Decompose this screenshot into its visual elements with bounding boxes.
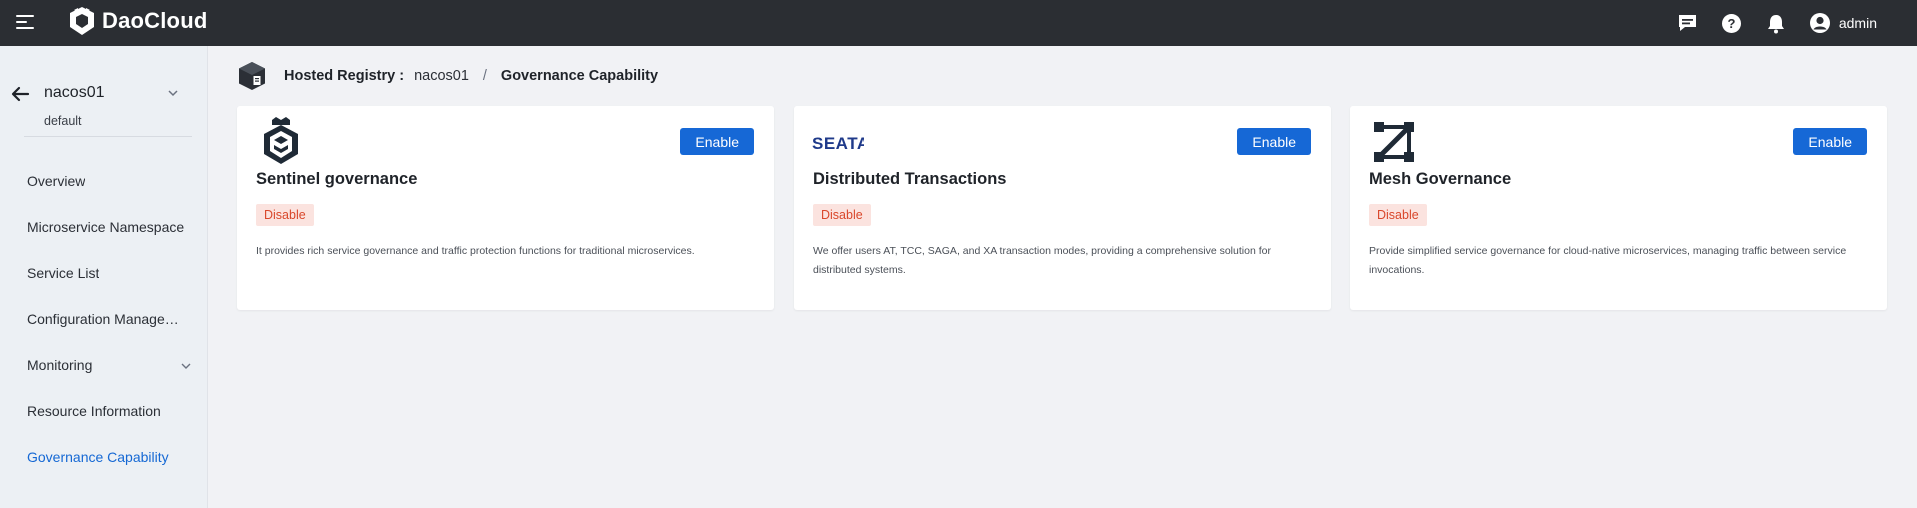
card-description: It provides rich service governance and …: [256, 245, 695, 257]
workspace-name: default: [44, 114, 82, 128]
card-distributed-transactions: SEATA Enable Distributed Transactions Di…: [794, 106, 1331, 310]
breadcrumb-label: Hosted Registry :: [284, 68, 405, 84]
sidebar-item-service-list[interactable]: Service List: [0, 250, 208, 296]
sidebar-item-label: Resource Information: [27, 403, 161, 419]
help-icon[interactable]: ?: [1721, 12, 1743, 34]
menu-icon[interactable]: [16, 12, 36, 32]
enable-button[interactable]: Enable: [1237, 128, 1311, 155]
status-badge: Disable: [1369, 204, 1427, 226]
svg-text:?: ?: [1728, 16, 1736, 31]
card-description: We offer users AT, TCC, SAGA, and XA tra…: [813, 245, 1271, 276]
chevron-down-icon: [181, 363, 191, 369]
top-right-actions: ? admin: [1677, 0, 1917, 46]
user-menu[interactable]: admin: [1809, 12, 1877, 34]
breadcrumb-namespace-link[interactable]: nacos01: [414, 68, 469, 84]
sidebar-item-label: Microservice Namespace: [27, 219, 185, 235]
user-name: admin: [1838, 15, 1877, 31]
sidebar-item-label: Monitoring: [27, 357, 93, 373]
sidebar-item-label: Governance Capability: [27, 449, 169, 465]
namespace-selector: nacos01 default: [0, 60, 208, 128]
sidebar-nav: Overview Microservice Namespace Service …: [0, 158, 208, 480]
sidebar-divider: [24, 136, 192, 137]
sidebar-item-label: Overview: [27, 173, 86, 189]
top-bar: DaoCloud ? admin: [0, 0, 1917, 46]
sidebar-item-configuration-management[interactable]: Configuration Manageme...: [0, 296, 208, 342]
mesh-logo-icon: [1374, 122, 1414, 162]
card-title: Sentinel governance: [256, 170, 418, 188]
namespace-name[interactable]: nacos01: [44, 84, 105, 102]
card-title: Distributed Transactions: [813, 170, 1007, 188]
breadcrumb-current: Governance Capability: [500, 68, 659, 84]
card-title: Mesh Governance: [1369, 170, 1512, 188]
enable-button[interactable]: Enable: [680, 128, 754, 155]
bell-icon[interactable]: [1765, 12, 1787, 34]
sentinel-logo-icon: [264, 117, 298, 164]
seata-logo-icon: SEATA: [812, 134, 864, 153]
chevron-down-icon[interactable]: [166, 86, 180, 100]
sidebar-item-overview[interactable]: Overview: [0, 158, 208, 204]
sidebar-item-monitoring[interactable]: Monitoring: [0, 342, 208, 388]
enable-button[interactable]: Enable: [1793, 128, 1867, 155]
sidebar-item-governance-capability[interactable]: Governance Capability: [0, 434, 208, 480]
brand-name: DaoCloud: [102, 8, 208, 33]
sidebar-item-resource-information[interactable]: Resource Information: [0, 388, 208, 434]
sidebar-item-label: Configuration Manageme...: [27, 311, 187, 327]
breadcrumb-separator: /: [482, 68, 487, 84]
card-mesh-governance: Enable Mesh Governance Disable Provide s…: [1350, 106, 1887, 310]
sidebar-item-microservice-namespace[interactable]: Microservice Namespace: [0, 204, 208, 250]
daocloud-logo[interactable]: DaoCloud: [68, 6, 207, 36]
registry-icon: [239, 62, 265, 90]
user-avatar-icon: [1809, 13, 1830, 33]
status-badge: Disable: [256, 204, 314, 226]
back-arrow-icon[interactable]: [10, 84, 30, 104]
status-badge: Disable: [813, 204, 871, 226]
sidebar: nacos01 default Overview Microservice Na…: [0, 46, 208, 508]
daocloud-logo-icon: [70, 7, 94, 35]
chat-icon[interactable]: [1677, 12, 1699, 34]
sidebar-item-label: Service List: [27, 265, 100, 281]
breadcrumb: Hosted Registry : nacos01 / Governance C…: [238, 60, 658, 92]
card-description: Provide simplified service governance fo…: [1369, 245, 1847, 276]
seata-logo-text: SEATA: [812, 134, 864, 153]
card-sentinel-governance: Enable Sentinel governance Disable It pr…: [237, 106, 774, 310]
